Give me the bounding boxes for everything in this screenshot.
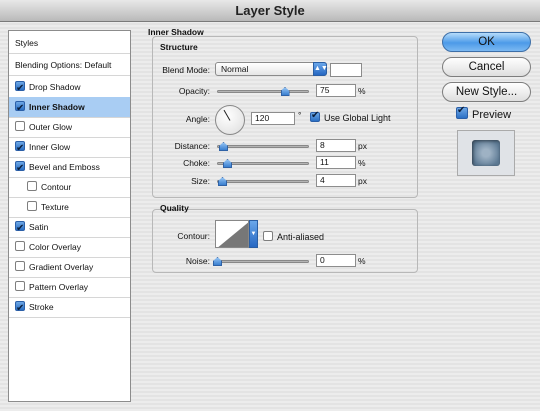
preview-label: Preview <box>472 109 512 121</box>
style-item-label: Texture <box>41 202 69 212</box>
size-unit: px <box>358 176 367 186</box>
style-preview <box>457 130 515 176</box>
contour-dropdown-button[interactable]: ▼ <box>249 220 258 248</box>
preview-swatch <box>472 140 500 166</box>
checkbox-icon[interactable] <box>15 241 25 251</box>
checkbox-icon[interactable] <box>27 201 37 211</box>
style-item-stroke[interactable]: Stroke <box>9 297 130 319</box>
window-title: Layer Style <box>0 0 540 22</box>
contour-label: Contour: <box>177 231 210 241</box>
blending-options[interactable]: Blending Options: Default <box>9 55 130 75</box>
chevron-updown-icon: ▲▼ <box>313 62 328 76</box>
use-global-light-checkbox[interactable]: Use Global Light <box>310 110 391 123</box>
list-divider <box>9 75 130 76</box>
angle-label: Angle: <box>185 114 210 124</box>
style-item-label: Color Overlay <box>29 242 81 252</box>
choke-unit: % <box>358 158 366 168</box>
size-label: Size: <box>191 176 210 186</box>
use-global-light-label: Use Global Light <box>324 113 391 123</box>
style-item-label: Gradient Overlay <box>29 262 94 272</box>
distance-input[interactable]: 8 <box>316 139 356 152</box>
blend-mode-label: Blend Mode: <box>162 65 210 75</box>
blend-mode-value: Normal <box>221 64 249 74</box>
angle-needle <box>223 109 231 121</box>
preview-checkbox[interactable]: Preview <box>456 105 512 121</box>
checkbox-icon[interactable] <box>15 79 25 99</box>
style-item-label: Inner Shadow <box>29 102 85 112</box>
style-item-pattern-overlay[interactable]: Pattern Overlay <box>9 277 130 297</box>
styles-list: Styles Blending Options: Default Drop Sh… <box>8 30 131 402</box>
style-item-texture[interactable]: Texture <box>9 197 130 217</box>
anti-aliased-label: Anti-aliased <box>277 232 325 242</box>
opacity-slider[interactable] <box>217 87 309 96</box>
style-item-contour[interactable]: Contour <box>9 177 130 197</box>
checkbox-icon[interactable] <box>15 99 25 119</box>
styles-header[interactable]: Styles <box>9 33 130 53</box>
distance-unit: px <box>358 141 367 151</box>
opacity-label: Opacity: <box>178 86 210 96</box>
checkbox-icon[interactable] <box>15 299 25 319</box>
checkbox-icon[interactable] <box>15 281 25 291</box>
checkbox-icon[interactable] <box>15 139 25 159</box>
style-item-outer-glow[interactable]: Outer Glow <box>9 117 130 137</box>
size-slider[interactable] <box>217 177 309 186</box>
style-item-color-overlay[interactable]: Color Overlay <box>9 237 130 257</box>
new-style-button[interactable]: New Style... <box>442 82 531 102</box>
choke-label: Choke: <box>183 158 210 168</box>
size-input[interactable]: 4 <box>316 174 356 187</box>
style-item-label: Contour <box>41 182 72 192</box>
angle-input[interactable]: 120 <box>251 112 295 125</box>
checkbox-icon <box>456 105 468 119</box>
noise-unit: % <box>358 256 366 266</box>
ok-button[interactable]: OK <box>442 32 531 52</box>
style-item-inner-shadow[interactable]: Inner Shadow <box>9 97 130 119</box>
distance-label: Distance: <box>174 141 210 151</box>
checkbox-icon[interactable] <box>27 181 37 191</box>
style-item-drop-shadow[interactable]: Drop Shadow <box>9 77 130 99</box>
blend-mode-select[interactable]: Normal ▲▼ <box>215 62 328 76</box>
structure-title: Structure <box>160 42 198 52</box>
checkbox-icon[interactable] <box>15 261 25 271</box>
style-item-label: Outer Glow <box>29 122 72 132</box>
style-item-satin[interactable]: Satin <box>9 217 130 239</box>
checkbox-icon[interactable] <box>15 159 25 179</box>
panel-title: Inner Shadow <box>148 27 204 37</box>
shadow-color-swatch[interactable] <box>330 63 362 77</box>
checkbox-icon <box>310 110 320 122</box>
anti-aliased-checkbox[interactable]: Anti-aliased <box>263 231 324 242</box>
distance-slider[interactable] <box>217 142 309 151</box>
style-item-label: Drop Shadow <box>29 82 81 92</box>
quality-title: Quality <box>160 203 189 213</box>
cancel-button[interactable]: Cancel <box>442 57 531 77</box>
style-item-label: Satin <box>29 222 49 232</box>
contour-curve-icon <box>218 222 248 247</box>
noise-slider[interactable] <box>213 257 309 266</box>
choke-input[interactable]: 11 <box>316 156 356 169</box>
style-item-label: Stroke <box>29 302 54 312</box>
opacity-unit: % <box>358 86 366 96</box>
checkbox-icon[interactable] <box>15 219 25 239</box>
contour-preview[interactable] <box>215 220 249 248</box>
checkbox-icon <box>263 231 273 241</box>
noise-label: Noise: <box>185 256 210 266</box>
style-item-label: Inner Glow <box>29 142 71 152</box>
noise-input[interactable]: 0 <box>316 254 356 267</box>
angle-unit: ° <box>298 110 302 120</box>
style-item-label: Pattern Overlay <box>29 282 89 292</box>
opacity-input[interactable]: 75 <box>316 84 356 97</box>
angle-dial[interactable] <box>215 105 245 135</box>
style-item-gradient-overlay[interactable]: Gradient Overlay <box>9 257 130 277</box>
checkbox-icon[interactable] <box>15 121 25 131</box>
choke-slider[interactable] <box>217 159 309 168</box>
style-item-bevel-and-emboss[interactable]: Bevel and Emboss <box>9 157 130 179</box>
list-divider <box>9 317 130 318</box>
style-item-label: Bevel and Emboss <box>29 162 100 172</box>
style-item-inner-glow[interactable]: Inner Glow <box>9 137 130 159</box>
list-divider <box>9 53 130 54</box>
